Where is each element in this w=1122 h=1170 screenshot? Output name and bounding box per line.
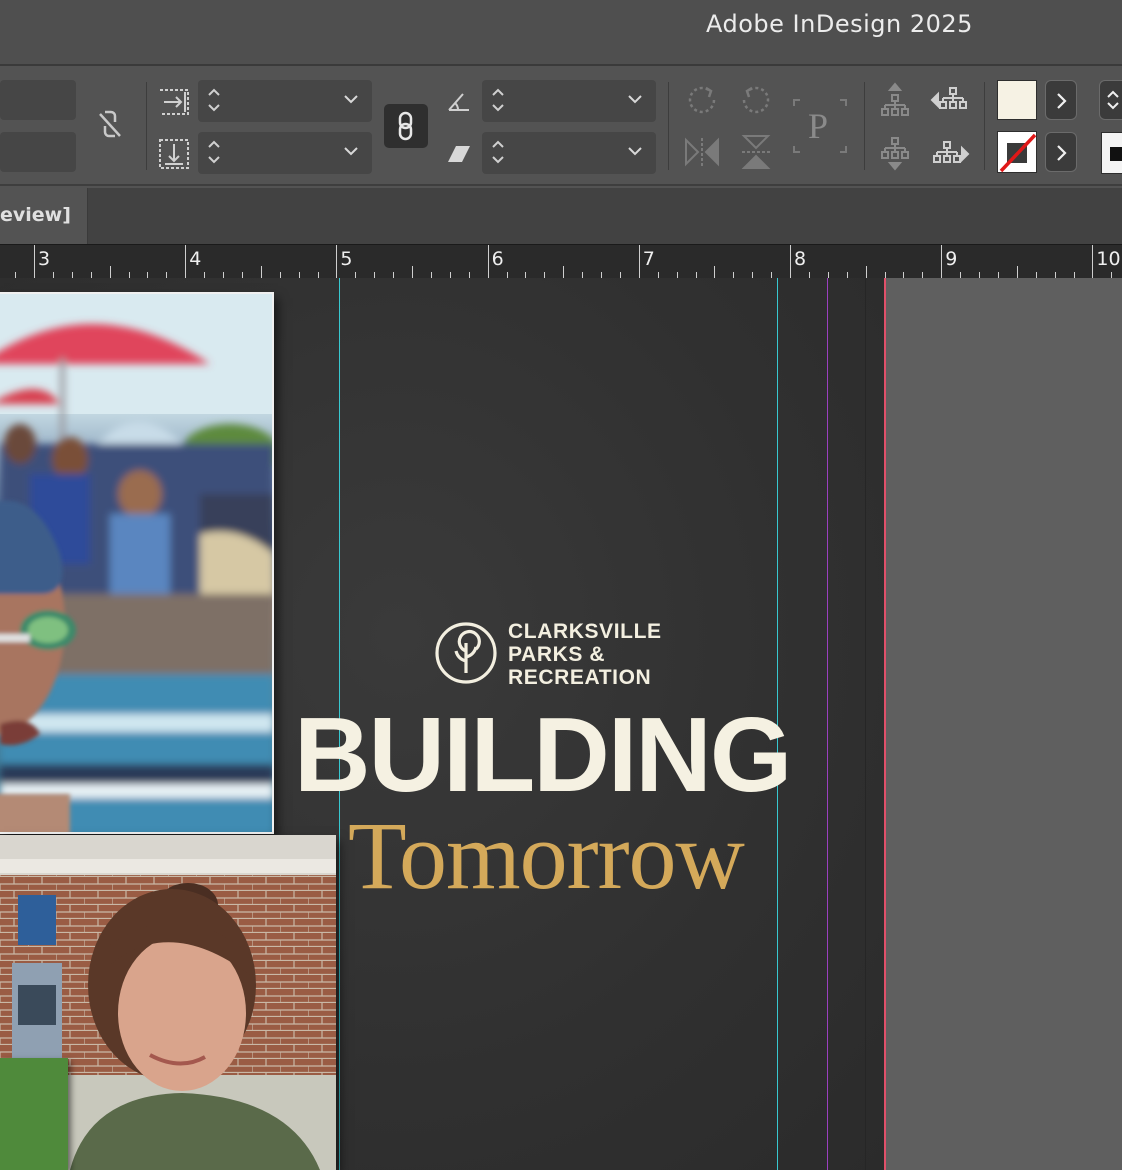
ruler-major-tick: [336, 245, 338, 278]
ruler-minor-tick: [260, 266, 262, 278]
shear-angle-icon[interactable]: [448, 144, 472, 164]
logo-line: RECREATION: [508, 666, 652, 689]
ruler-major-tick: [790, 245, 791, 278]
ruler-major-tick: [34, 245, 35, 278]
unlink-icon[interactable]: [96, 108, 124, 140]
select-content-icon[interactable]: [880, 136, 910, 172]
window-title: Adobe InDesign 2025: [706, 10, 973, 38]
document-tab[interactable]: eview]: [0, 188, 88, 244]
document-tab-bar: eview]: [0, 188, 1122, 244]
y-position-field[interactable]: [0, 132, 76, 172]
rotate-ccw-icon[interactable]: [738, 82, 774, 118]
ruler-label: 9: [945, 248, 958, 270]
ruler-minor-tick: [865, 266, 867, 278]
ruler-label: 6: [491, 248, 504, 270]
text-wrap-down-icon[interactable]: [158, 138, 190, 170]
subheadline-text[interactable]: Tomorrow: [348, 808, 745, 904]
document-page[interactable]: CLARKSVILLE PARKS & RECREATION BUILDING …: [0, 278, 884, 1170]
ruler-major-tick: [638, 245, 640, 278]
constrain-link-icon: [398, 111, 413, 141]
chevron-right-icon: [1057, 145, 1067, 161]
ruler-minor-tick: [714, 266, 716, 278]
logo-line: CLARKSVILLE: [508, 620, 662, 643]
fill-menu-button[interactable]: [1045, 80, 1077, 120]
ruler-major-tick: [1092, 245, 1094, 278]
x-position-field[interactable]: [0, 80, 76, 120]
document-tab-label: eview]: [0, 204, 71, 226]
horizontal-ruler[interactable]: 3 4 5 6 7 8 9 10: [0, 244, 1122, 278]
page-edge-guide: [865, 278, 866, 1170]
ruler-label: 7: [642, 248, 655, 270]
p-reference-point-icon[interactable]: P: [792, 98, 848, 154]
fill-swatch-icon[interactable]: [997, 80, 1037, 120]
ruler-minor-tick: [563, 266, 565, 278]
ruler-label: 5: [340, 248, 353, 270]
select-container-icon[interactable]: [880, 82, 910, 118]
rotate-cw-icon[interactable]: [684, 82, 720, 118]
ruler-label: 4: [189, 248, 202, 270]
wrap-height-field[interactable]: [198, 132, 372, 174]
flip-horizontal-icon[interactable]: [684, 136, 720, 168]
constrain-link-button[interactable]: [384, 104, 428, 148]
app-title-bar: Adobe InDesign 2025: [0, 0, 1122, 66]
stroke-menu-button[interactable]: [1045, 132, 1077, 172]
ruler-minor-tick: [412, 266, 413, 278]
ruler-major-tick: [487, 245, 489, 278]
chevron-right-icon: [1057, 93, 1067, 109]
ruler-minor-tick: [1016, 266, 1018, 278]
select-previous-icon[interactable]: [930, 86, 970, 114]
stroke-style-swatch[interactable]: [1101, 132, 1122, 174]
ruler-label: 3: [38, 248, 51, 270]
rotation-angle-icon[interactable]: [446, 88, 472, 114]
control-panel: P: [0, 68, 1122, 186]
wrap-width-field[interactable]: [198, 80, 372, 122]
text-wrap-right-icon[interactable]: [158, 86, 190, 118]
document-canvas[interactable]: CLARKSVILLE PARKS & RECREATION BUILDING …: [0, 278, 1122, 1170]
column-guide: [827, 278, 828, 1170]
ruler-minor-tick: [109, 266, 111, 278]
bleed-guide: [884, 278, 886, 1170]
headline-text[interactable]: BUILDING: [294, 702, 792, 808]
select-next-icon[interactable]: [930, 140, 970, 168]
logo-line: PARKS &: [508, 643, 606, 666]
ruler-label: 10: [1096, 248, 1121, 270]
ruler-label: 8: [794, 248, 807, 270]
logo-wordmark: CLARKSVILLE PARKS & RECREATION: [508, 620, 662, 689]
svg-text:P: P: [808, 106, 828, 146]
ruler-major-tick: [185, 245, 187, 278]
stroke-weight-stepper[interactable]: [1099, 80, 1122, 120]
swimmer-photo[interactable]: [0, 292, 274, 834]
grass-photo[interactable]: [0, 1058, 68, 1170]
rotation-angle-field[interactable]: [482, 80, 656, 122]
stroke-none-swatch-icon[interactable]: [997, 131, 1037, 173]
ruler-major-tick: [941, 245, 943, 278]
shear-angle-field[interactable]: [482, 132, 656, 174]
tree-logo-icon: [435, 622, 497, 684]
flip-vertical-icon[interactable]: [740, 134, 772, 170]
